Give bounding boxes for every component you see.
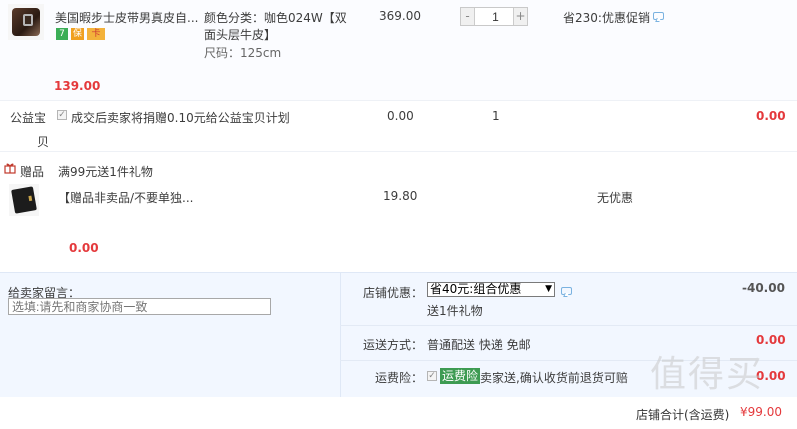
charity-qty: 1 (492, 109, 500, 123)
gift-header-label: 赠品 (20, 165, 45, 179)
shipping-label: 运送方式： (363, 338, 424, 352)
qty-plus-button[interactable]: + (513, 8, 527, 25)
promo-text: 省230:优惠促销 (563, 11, 650, 25)
discount-info-icon[interactable] (561, 287, 572, 295)
watermark-logo: 值得买 (650, 354, 765, 395)
gift-header-text: 满99元送1件礼物 (58, 165, 153, 179)
store-total-label: 店铺合计(含运费) (636, 408, 730, 422)
charity-label: 公益宝 (10, 111, 47, 125)
store-discount-selected: 省40元:组合优惠 (430, 282, 522, 296)
insurance-checkbox[interactable]: ✓ (427, 371, 437, 381)
charity-price: 0.00 (387, 109, 414, 123)
charity-checkbox[interactable]: ✓ (57, 110, 67, 120)
product-thumbnail[interactable] (8, 4, 44, 40)
seven-day-return-badge[interactable]: 7 (56, 28, 68, 40)
item-subtotal: 139.00 (54, 79, 101, 93)
charity-total: 0.00 (756, 109, 786, 123)
message-input[interactable] (8, 298, 271, 315)
quantity-input[interactable] (480, 9, 511, 24)
wallet-image (11, 186, 37, 214)
charity-text: 成交后卖家将捐赠0.10元给公益宝贝计划 (71, 111, 290, 125)
divider (0, 100, 797, 101)
gift-icon (4, 163, 16, 174)
store-discount-label: 店铺优惠： (363, 286, 424, 300)
gift-price: 19.80 (383, 189, 418, 203)
insurance-label: 运费险： (375, 371, 424, 385)
promo-info-icon[interactable] (653, 12, 664, 20)
original-price: 369.00 (379, 9, 421, 23)
store-discount-amount: -40.00 (742, 281, 785, 295)
quantity-stepper[interactable]: - + (460, 7, 528, 26)
guarantee-badge[interactable]: 保 (71, 28, 84, 40)
gift-thumbnail[interactable] (9, 184, 39, 216)
gift-subtotal: 0.00 (69, 241, 99, 255)
insurance-text: 卖家送,确认收货前退货可赔 (480, 371, 628, 385)
sku-color: 颜色分类：咖色024W【双 (204, 11, 347, 25)
charity-label-cont: 贝 (37, 135, 50, 149)
divider (340, 325, 797, 326)
belt-buckle-image (23, 14, 33, 26)
shipping-method: 普通配送 快递 免邮 (427, 338, 531, 352)
credit-card-badge[interactable]: 卡 (87, 28, 105, 40)
gift-promo: 无优惠 (597, 191, 634, 205)
insurance-tag: 运费险 (440, 368, 481, 384)
store-total-amount: ¥99.00 (740, 405, 782, 419)
product-title-link[interactable]: 美国暇步士皮带男真皮自... (55, 9, 198, 26)
sku-color-cont: 面头层牛皮】 (204, 28, 277, 42)
gift-title-link[interactable]: 【赠品非卖品/不要单独... (58, 189, 194, 206)
sku-size: 尺码：125cm (204, 46, 282, 60)
store-discount-select[interactable]: 省40元:组合优惠 ▼ (427, 282, 555, 297)
divider (0, 151, 797, 152)
chevron-down-icon: ▼ (545, 284, 552, 294)
store-discount-note: 送1件礼物 (427, 304, 483, 318)
qty-minus-button[interactable]: - (461, 8, 475, 25)
